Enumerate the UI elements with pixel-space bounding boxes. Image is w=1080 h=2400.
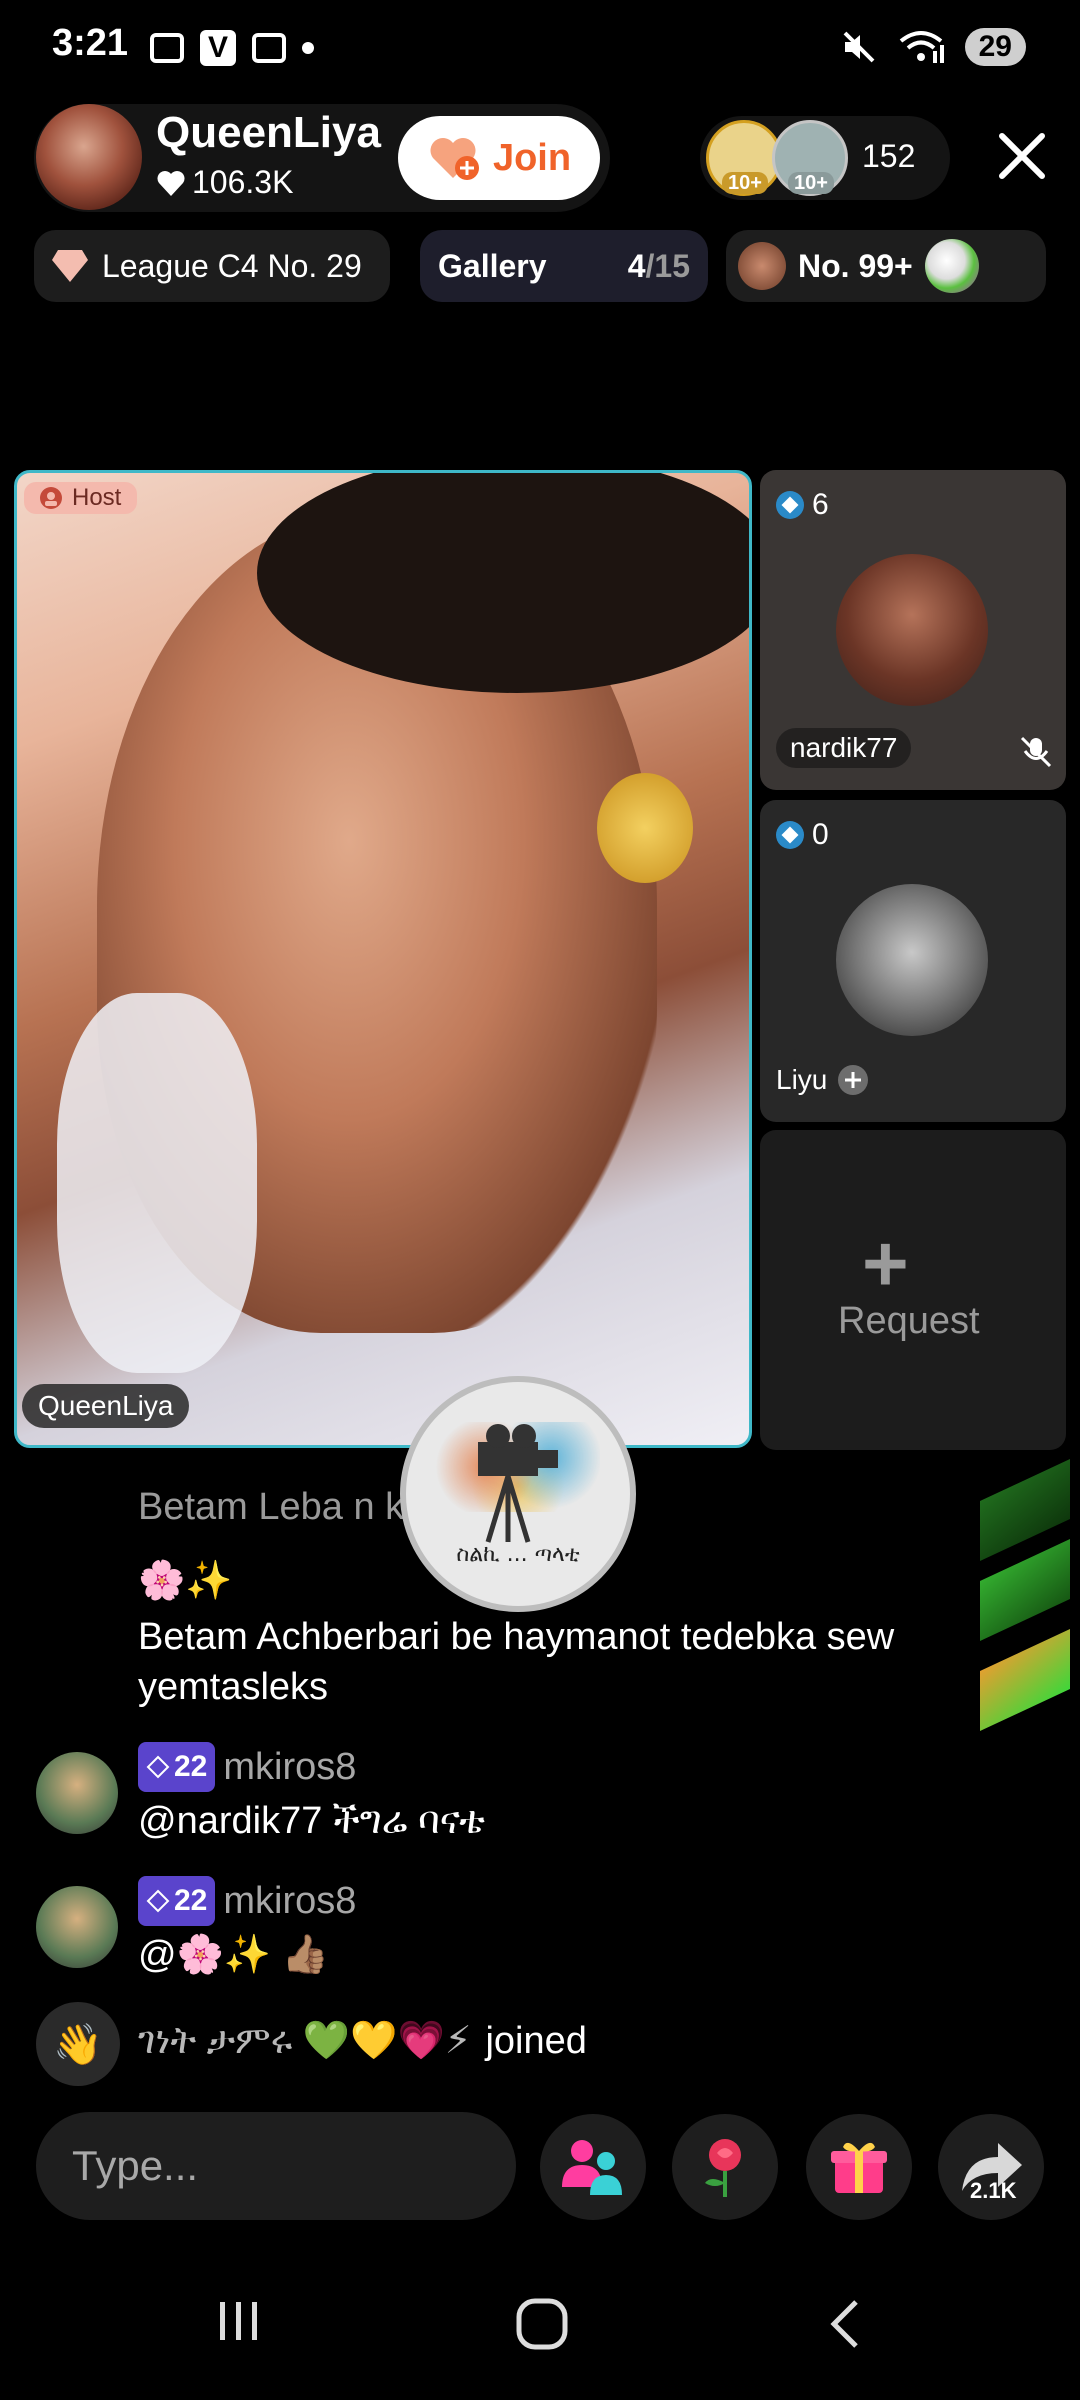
guest-2-avatar[interactable] (836, 884, 988, 1036)
soccer-ball-icon (924, 239, 979, 293)
host-tag: Host (24, 482, 138, 514)
guest-2-label: Liyu (776, 1064, 869, 1096)
notification-dot-icon (302, 42, 314, 54)
heart-icon (157, 170, 185, 196)
request-plus-icon[interactable]: + (862, 1218, 909, 1310)
chat-avatar-mkiros8[interactable] (36, 1752, 118, 1834)
rank-avatar (738, 242, 786, 290)
screenshot-icon (150, 33, 184, 63)
mute-icon (843, 31, 875, 63)
chat-header-2: 22 mkiros8 (138, 1876, 1018, 1926)
chat-avatar-dark[interactable] (36, 1590, 118, 1672)
recent-apps-icon[interactable] (214, 2296, 264, 2346)
guests-button[interactable] (540, 2114, 646, 2220)
message-input[interactable]: Type... (36, 2112, 516, 2220)
league-chip[interactable]: League C4 No. 29 (34, 230, 390, 302)
diamond-icon (776, 491, 804, 519)
guest-tile-1[interactable]: 6 nardik77 (760, 470, 1066, 790)
rank-chip[interactable]: No. 99+ (726, 230, 1046, 302)
wave-icon: 👋 (36, 2002, 120, 2086)
level-badge: 22 (138, 1876, 216, 1926)
guest-2-name: Liyu (776, 1064, 828, 1095)
status-icons-right: 29 (841, 28, 1026, 66)
viewer-level-badge-1: 10+ (722, 172, 768, 195)
request-label[interactable]: Request (838, 1300, 980, 1343)
guest-1-name: nardik77 (776, 728, 912, 768)
request-tile[interactable] (760, 1130, 1066, 1450)
level-diamond-icon (146, 1889, 170, 1913)
people-icon (562, 2140, 622, 2195)
chat-message: Betam Achberbari be haymanot tedebka sew… (138, 1616, 895, 1708)
share-button[interactable] (938, 2114, 1044, 2220)
host-tag-label: Host (72, 484, 122, 511)
rose-button[interactable] (672, 2114, 778, 2220)
rose-icon (705, 2139, 741, 2197)
battery-indicator: 29 (964, 28, 1026, 66)
status-icons-left: V (150, 30, 314, 66)
share-count: 2.1K (970, 2178, 1017, 2203)
gallery-label: Gallery (438, 247, 547, 284)
host-video[interactable] (14, 470, 752, 1448)
back-icon[interactable] (824, 2296, 864, 2352)
heart-plus-icon (430, 138, 479, 180)
chat-username[interactable]: mkiros8 (223, 1876, 356, 1926)
badge-caption: ስልኪ ... ጣላቲ (456, 1542, 580, 1567)
host-icon (40, 487, 62, 509)
wifi-signal-icon (899, 31, 944, 63)
viewer-count[interactable]: 152 (862, 138, 915, 175)
guest-1-count: 6 (776, 488, 829, 522)
rank-label: No. 99+ (798, 247, 913, 284)
diamond-icon (52, 250, 88, 282)
chat-avatar-mkiros8[interactable] (36, 1886, 118, 1968)
gallery-chip[interactable]: Gallery 4/15 (420, 230, 708, 302)
diamond-icon (776, 821, 804, 849)
home-icon[interactable] (514, 2296, 570, 2352)
status-time: 3:21 (52, 22, 129, 64)
level-badge: 22 (138, 1742, 216, 1792)
join-label: Join (492, 136, 572, 179)
film-camera-icon (478, 1424, 558, 1543)
room-badge[interactable]: ስልኪ ... ጣላቲ (400, 1376, 636, 1612)
close-icon[interactable] (994, 128, 1050, 184)
host-name[interactable]: QueenLiya (156, 108, 381, 158)
host-avatar[interactable] (36, 104, 142, 210)
join-notice: ገነት ታምሩ 💚💛💗⚡ joined (138, 2016, 1018, 2066)
chat-username[interactable]: mkiros8 (223, 1742, 356, 1792)
host-likes-count: 106.3K (192, 164, 294, 200)
league-label: League C4 No. 29 (102, 247, 362, 284)
chat-message: @🌸✨ 👍🏽 (138, 1934, 330, 1976)
host-likes: 106.3K (156, 164, 293, 201)
level-diamond-icon (146, 1755, 170, 1779)
joined-label: joined (485, 2020, 587, 2062)
guest-tile-2[interactable]: 0 Liyu (760, 800, 1066, 1122)
screen-record-icon (252, 33, 286, 63)
guest-2-count: 0 (776, 818, 829, 852)
gift-stack-decoration (980, 1459, 1070, 1740)
guest-1-avatar[interactable] (836, 554, 988, 706)
gift-icon (831, 2142, 887, 2193)
gallery-progress: 4/15 (627, 247, 690, 284)
follow-plus-icon[interactable] (837, 1064, 869, 1096)
joined-username[interactable]: ገነት ታምሩ 💚💛💗⚡ (138, 2016, 471, 2066)
mic-muted-icon[interactable] (1018, 734, 1054, 770)
join-button[interactable]: Join (398, 116, 600, 200)
chat-header-1: 22 mkiros8 (138, 1742, 1018, 1792)
viewer-level-badge-2: 10+ (788, 172, 834, 195)
v-app-icon: V (200, 30, 236, 66)
host-video-name: QueenLiya (22, 1384, 190, 1428)
chat-message: @nardik77 ችግሬ ባናቴ (138, 1800, 485, 1842)
gift-button[interactable] (806, 2114, 912, 2220)
